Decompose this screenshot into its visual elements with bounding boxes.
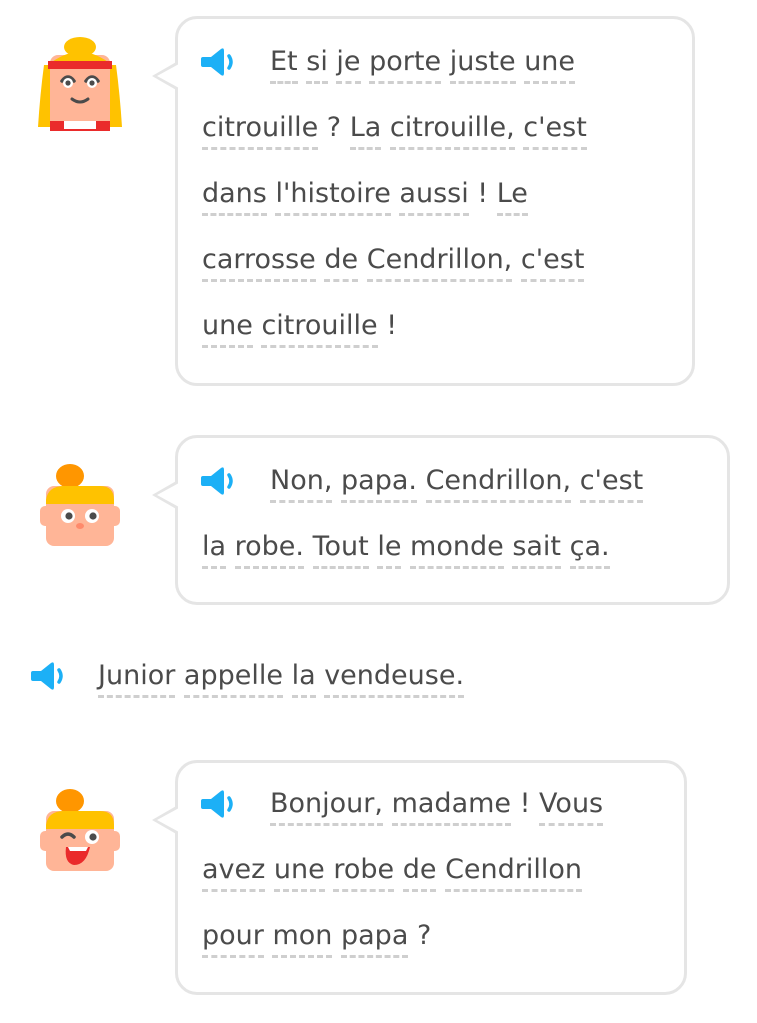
message-line: Bonjour, madame ! Vous: [270, 788, 604, 826]
word[interactable]: une: [273, 854, 325, 892]
punctuation: ?: [416, 920, 432, 951]
word[interactable]: papa: [341, 920, 409, 958]
word[interactable]: Bonjour,: [270, 788, 383, 826]
word[interactable]: monde: [410, 531, 504, 569]
word[interactable]: une: [202, 310, 253, 348]
word[interactable]: Cendrillon,: [425, 465, 572, 503]
word[interactable]: Non,: [270, 465, 333, 503]
word[interactable]: je: [336, 46, 361, 84]
word[interactable]: madame: [391, 788, 512, 826]
word[interactable]: de: [324, 244, 359, 282]
word[interactable]: si: [306, 46, 328, 84]
word[interactable]: appelle: [183, 660, 283, 698]
message-line: la robe. Tout le monde sait ça.: [202, 531, 610, 569]
message-line: dans l'histoire aussi ! Le: [202, 178, 528, 216]
avatar-junior-icon: [40, 464, 120, 546]
word[interactable]: robe.: [234, 531, 304, 569]
word[interactable]: robe: [333, 854, 395, 892]
word[interactable]: aussi: [399, 178, 469, 216]
word[interactable]: de: [402, 854, 437, 892]
word[interactable]: porte: [369, 46, 442, 84]
bubble-tail: [157, 483, 179, 507]
word[interactable]: avez: [202, 854, 266, 892]
word[interactable]: Tout: [312, 531, 369, 569]
word[interactable]: Junior: [98, 660, 176, 698]
message-line: pour mon papa ?: [202, 920, 431, 958]
word[interactable]: le: [377, 531, 402, 569]
word[interactable]: pour: [202, 920, 264, 958]
word[interactable]: carrosse: [202, 244, 316, 282]
message-line: avez une robe de Cendrillon: [202, 854, 583, 892]
word[interactable]: citrouille: [261, 310, 378, 348]
message-line: carrosse de Cendrillon, c'est: [202, 244, 585, 282]
word[interactable]: vendeuse.: [324, 660, 465, 698]
punctuation: !: [519, 788, 531, 819]
message-line: Non, papa. Cendrillon, c'est: [270, 465, 644, 503]
punctuation: !: [386, 310, 398, 341]
word[interactable]: Vous: [539, 788, 604, 826]
word[interactable]: Cendrillon: [445, 854, 583, 892]
word[interactable]: l'histoire: [275, 178, 391, 216]
narration-line: Junior appelle la vendeuse.: [98, 660, 465, 698]
word[interactable]: citrouille,: [389, 112, 515, 150]
punctuation: !: [477, 178, 489, 209]
word[interactable]: Et: [270, 46, 298, 84]
word[interactable]: mon: [272, 920, 333, 958]
bubble-tail: [157, 64, 179, 88]
word[interactable]: c'est: [520, 244, 585, 282]
speaker-icon[interactable]: [200, 46, 240, 78]
word[interactable]: ça.: [569, 531, 610, 569]
word[interactable]: La: [349, 112, 382, 150]
word[interactable]: citrouille: [202, 112, 319, 150]
word[interactable]: c'est: [523, 112, 587, 150]
word[interactable]: juste: [449, 46, 516, 84]
speech-bubble: [175, 435, 730, 605]
word[interactable]: une: [524, 46, 576, 84]
bubble-tail: [157, 808, 179, 832]
speaker-icon[interactable]: [200, 465, 240, 497]
word[interactable]: dans: [202, 178, 267, 216]
word[interactable]: Le: [496, 178, 528, 216]
word[interactable]: la: [202, 531, 227, 569]
punctuation: ?: [326, 112, 342, 143]
speaker-icon[interactable]: [200, 788, 240, 820]
avatar-lily-icon: [38, 37, 122, 131]
word[interactable]: sait: [512, 531, 562, 569]
speaker-icon[interactable]: [30, 660, 70, 692]
message-line: Et si je porte juste une: [270, 46, 576, 84]
message-line: citrouille ? La citrouille, c'est: [202, 112, 587, 150]
word[interactable]: la: [291, 660, 316, 698]
avatar-junior-laughing-icon: [40, 789, 120, 871]
word[interactable]: papa.: [341, 465, 417, 503]
message-line: une citrouille !: [202, 310, 397, 348]
word[interactable]: c'est: [579, 465, 644, 503]
word[interactable]: Cendrillon,: [366, 244, 513, 282]
